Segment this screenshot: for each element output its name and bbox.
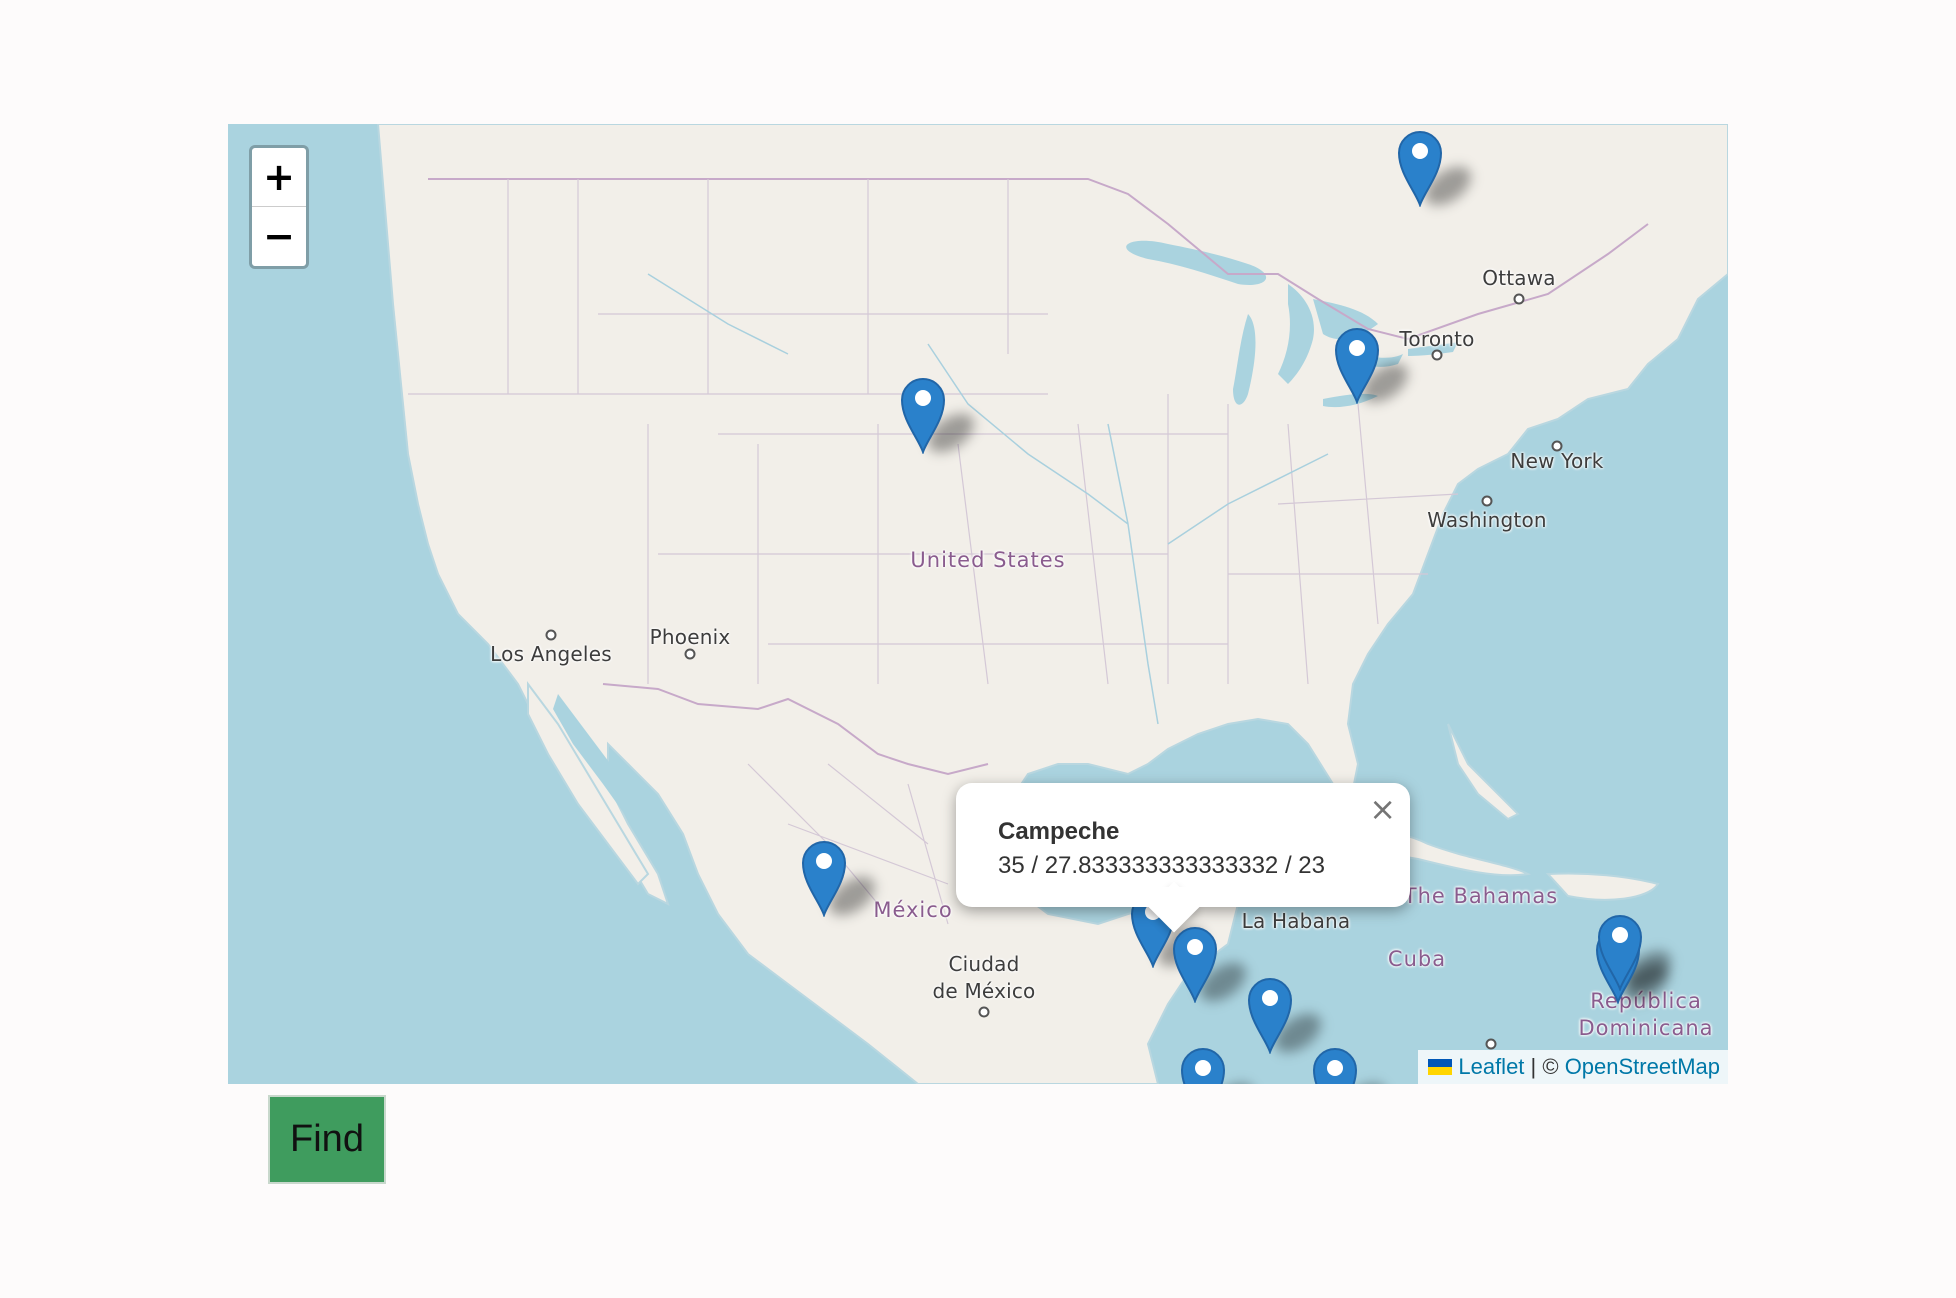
attribution: Leaflet | © OpenStreetMap: [1418, 1050, 1728, 1084]
map-marker-icon[interactable]: [1245, 972, 1295, 1055]
label-united-states: United States: [910, 548, 1066, 572]
label-ottawa: Ottawa: [1482, 266, 1556, 290]
zoom-control: + −: [249, 145, 309, 269]
map-container[interactable]: Ottawa Toronto New York Washington Unite…: [228, 124, 1728, 1084]
popup-close-button[interactable]: ×: [1369, 791, 1396, 827]
label-toronto: Toronto: [1399, 327, 1475, 351]
phoenix-dot: [684, 648, 696, 660]
label-washington: Washington: [1427, 508, 1547, 532]
label-republica-2: Dominicana: [1578, 1016, 1714, 1040]
ukraine-flag-icon: [1428, 1059, 1453, 1075]
popup-title: Campeche: [998, 818, 1120, 845]
popup-values: 35 / 27.833333333333332 / 23: [998, 852, 1325, 879]
map-marker-icon[interactable]: [898, 372, 948, 455]
map-marker-icon[interactable]: [1332, 322, 1382, 405]
label-phoenix: Phoenix: [649, 625, 731, 649]
label-ciudad-de-mexico-2: de México: [932, 979, 1036, 1003]
ciudad-de-mexico-dot: [978, 1006, 990, 1018]
map-marker-icon[interactable]: [1395, 125, 1445, 208]
bahamas: [1447, 723, 1520, 821]
label-los-angeles: Los Angeles: [490, 642, 612, 666]
label-ciudad-de-mexico-1: Ciudad: [948, 952, 1020, 976]
toronto-dot: [1431, 349, 1443, 361]
caribbean-dot: [1485, 1038, 1497, 1050]
map-marker-icon[interactable]: [1595, 909, 1645, 992]
ottawa-dot: [1513, 293, 1525, 305]
marker-popup: × Campeche 35 / 27.833333333333332 / 23: [956, 783, 1410, 933]
zoom-in-button[interactable]: +: [252, 148, 306, 207]
label-bahamas: The Bahamas: [1403, 884, 1559, 908]
openstreetmap-link[interactable]: OpenStreetMap: [1565, 1054, 1720, 1079]
label-la-habana: La Habana: [1241, 909, 1351, 933]
popup-tip-cover: [1136, 887, 1216, 907]
map-marker-icon[interactable]: [1170, 921, 1220, 1004]
washington-dot: [1481, 495, 1493, 507]
map-marker-icon[interactable]: [799, 835, 849, 918]
map-marker-icon[interactable]: [1310, 1042, 1360, 1084]
label-new-york: New York: [1510, 449, 1604, 473]
label-mexico: México: [873, 898, 953, 922]
los-angeles-dot: [545, 629, 557, 641]
label-cuba: Cuba: [1387, 947, 1447, 971]
zoom-out-button[interactable]: −: [252, 207, 306, 266]
hispaniola: [1545, 872, 1660, 901]
attribution-separator: | ©: [1524, 1054, 1565, 1079]
find-button[interactable]: Find: [268, 1095, 386, 1184]
map-marker-icon[interactable]: [1178, 1042, 1228, 1084]
leaflet-link[interactable]: Leaflet: [1458, 1054, 1524, 1079]
